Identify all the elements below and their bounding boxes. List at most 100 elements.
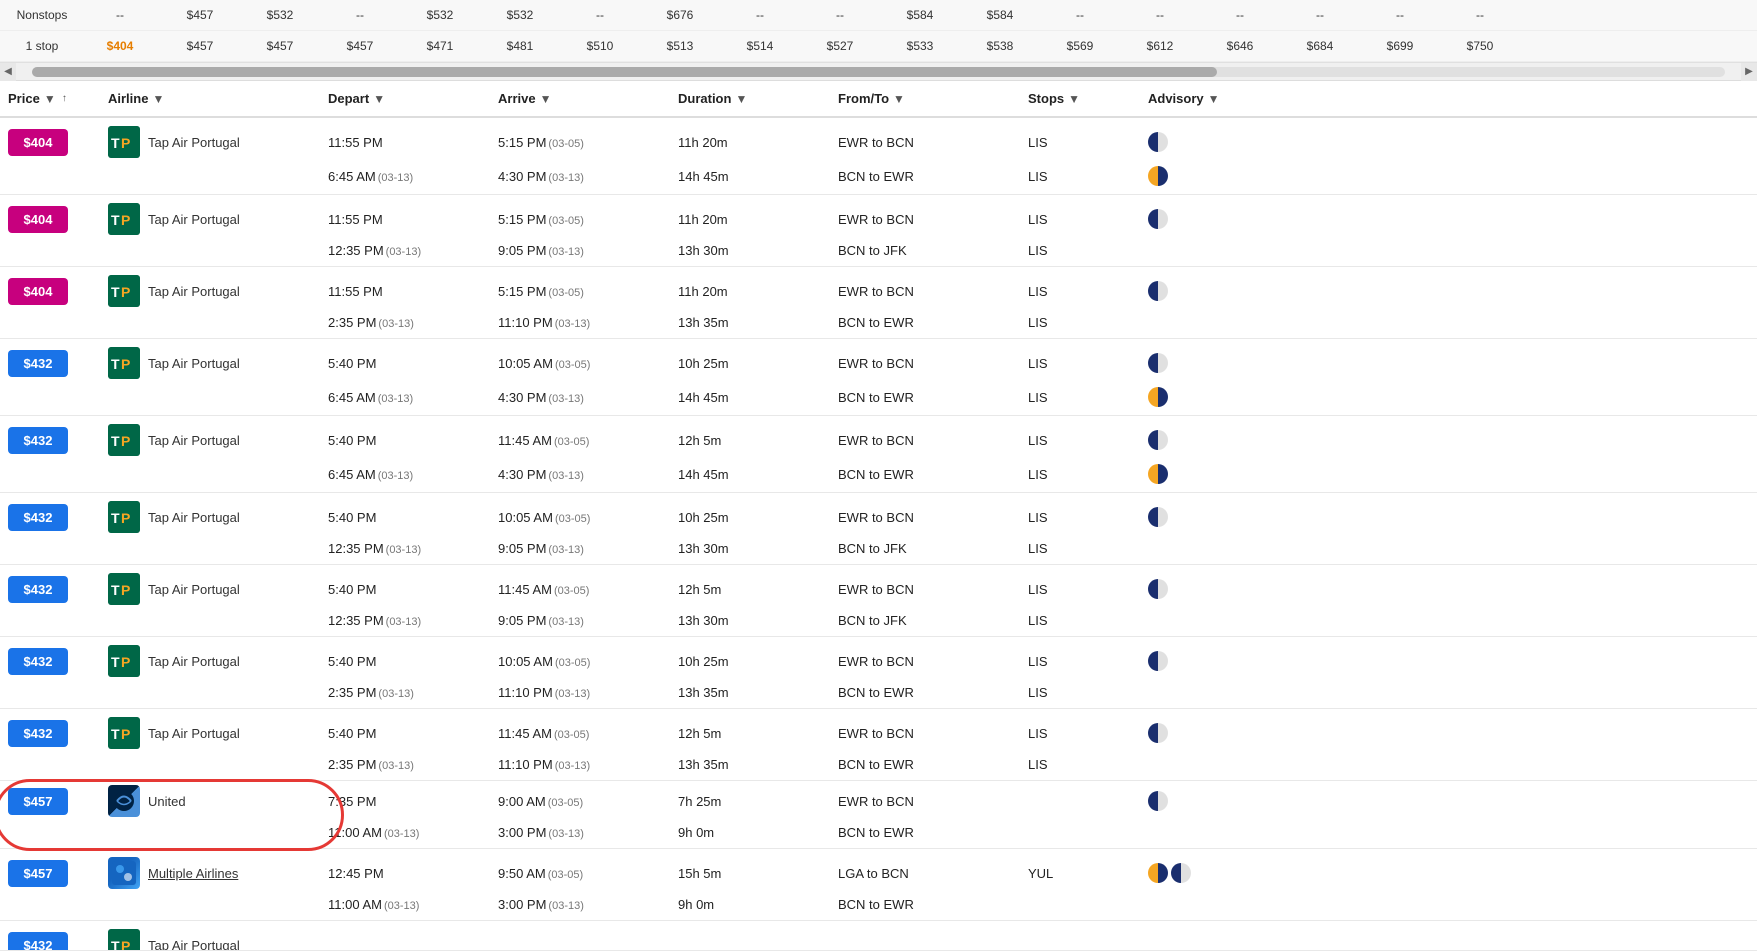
- price-button[interactable]: $432: [8, 504, 68, 531]
- advisory-cell[interactable]: [1140, 863, 1757, 883]
- price-sort-icon[interactable]: ↑: [62, 93, 67, 104]
- scrollbar-thumb[interactable]: [32, 67, 1217, 77]
- nonstop-price-cell[interactable]: $584: [960, 6, 1040, 24]
- scroll-left-arrow[interactable]: ◀: [0, 63, 16, 81]
- flight-group[interactable]: $432 T P Tap Air Portugal5:40 PM11:45 AM…: [0, 709, 1757, 781]
- onestop-price-cell[interactable]: $513: [640, 37, 720, 55]
- arrive-header[interactable]: Arrive ▼: [490, 91, 670, 106]
- advisory-half-dark-icon[interactable]: [1148, 132, 1168, 152]
- advisory-half-dark-icon[interactable]: [1148, 507, 1168, 527]
- advisory-cell[interactable]: [1140, 507, 1757, 527]
- advisory-half-dark-icon[interactable]: [1148, 209, 1168, 229]
- nonstop-price-cell[interactable]: --: [1120, 6, 1200, 24]
- advisory-half-dark-icon[interactable]: [1148, 723, 1168, 743]
- advisory-half-dark-icon[interactable]: [1148, 281, 1168, 301]
- nonstop-price-cell[interactable]: --: [1200, 6, 1280, 24]
- price-button[interactable]: $432: [8, 427, 68, 454]
- stops-filter-icon[interactable]: ▼: [1068, 92, 1082, 106]
- advisory-cell[interactable]: [1140, 132, 1757, 152]
- flight-group[interactable]: $432 T P Tap Air Portugal5:40 PM10:05 AM…: [0, 339, 1757, 416]
- price-cell[interactable]: $457: [0, 860, 100, 887]
- onestop-price-cell[interactable]: $510: [560, 37, 640, 55]
- nonstop-price-cell[interactable]: --: [1280, 6, 1360, 24]
- price-button[interactable]: $432: [8, 648, 68, 675]
- flight-group[interactable]: $404 T P Tap Air Portugal11:55 PM5:15 PM…: [0, 267, 1757, 339]
- flight-group-partial[interactable]: $432TPTap Air Portugal: [0, 921, 1757, 951]
- depart-header[interactable]: Depart ▼: [320, 91, 490, 106]
- price-button[interactable]: $432: [8, 576, 68, 603]
- nonstop-price-cell[interactable]: --: [800, 6, 880, 24]
- advisory-cell[interactable]: [1140, 651, 1757, 671]
- price-button[interactable]: $404: [8, 129, 68, 156]
- flight-group[interactable]: $432 T P Tap Air Portugal5:40 PM10:05 AM…: [0, 637, 1757, 709]
- onestop-price-cell[interactable]: $457: [320, 37, 400, 55]
- nonstop-price-cell[interactable]: --: [320, 6, 400, 24]
- price-button[interactable]: $432: [8, 350, 68, 377]
- price-cell[interactable]: $432: [0, 350, 100, 377]
- onestop-price-cell[interactable]: $533: [880, 37, 960, 55]
- onestop-price-cell[interactable]: $457: [160, 37, 240, 55]
- price-cell[interactable]: $432: [0, 648, 100, 675]
- onestop-price-cell[interactable]: $457: [240, 37, 320, 55]
- price-cell[interactable]: $432: [0, 427, 100, 454]
- onestop-price-cell[interactable]: $699: [1360, 37, 1440, 55]
- flight-group[interactable]: $432 T P Tap Air Portugal5:40 PM10:05 AM…: [0, 493, 1757, 565]
- stops-header[interactable]: Stops ▼: [1020, 91, 1140, 106]
- advisory-cell[interactable]: [1140, 579, 1757, 599]
- advisory-half-dark-icon[interactable]: [1148, 651, 1168, 671]
- nonstop-price-cell[interactable]: $532: [400, 6, 480, 24]
- flight-group[interactable]: $457United7:35 PM9:00 AM(03-05)7h 25mEWR…: [0, 781, 1757, 849]
- duration-header[interactable]: Duration ▼: [670, 91, 830, 106]
- advisory-half-dark-icon[interactable]: [1148, 430, 1168, 450]
- flight-group[interactable]: $404 T P Tap Air Portugal11:55 PM5:15 PM…: [0, 195, 1757, 267]
- nonstop-price-cell[interactable]: $532: [240, 6, 320, 24]
- price-button[interactable]: $457: [8, 788, 68, 815]
- price-cell[interactable]: $432: [0, 576, 100, 603]
- advisory-cell[interactable]: [1140, 166, 1757, 186]
- onestop-price-cell[interactable]: $612: [1120, 37, 1200, 55]
- advisory-cell[interactable]: [1140, 281, 1757, 301]
- fromto-header[interactable]: From/To ▼: [830, 91, 1020, 106]
- price-button[interactable]: $432: [8, 720, 68, 747]
- advisory-half-dark-icon[interactable]: [1148, 791, 1168, 811]
- horizontal-scrollbar[interactable]: ◀ ▶: [0, 63, 1757, 81]
- advisory-cell[interactable]: [1140, 723, 1757, 743]
- onestop-price-cell[interactable]: $471: [400, 37, 480, 55]
- scroll-right-arrow[interactable]: ▶: [1741, 63, 1757, 81]
- onestop-price-cell[interactable]: $404: [80, 37, 160, 55]
- advisory-header[interactable]: Advisory ▼: [1140, 91, 1757, 106]
- nonstop-price-cell[interactable]: --: [1440, 6, 1520, 24]
- nonstop-price-cell[interactable]: $584: [880, 6, 960, 24]
- flight-group[interactable]: $432 T P Tap Air Portugal5:40 PM11:45 AM…: [0, 416, 1757, 493]
- nonstop-price-cell[interactable]: --: [80, 6, 160, 24]
- advisory-cell[interactable]: [1140, 387, 1757, 407]
- price-cell[interactable]: $432: [0, 720, 100, 747]
- onestop-price-cell[interactable]: $538: [960, 37, 1040, 55]
- price-cell[interactable]: $404: [0, 278, 100, 305]
- scrollbar-track[interactable]: [32, 67, 1725, 77]
- nonstop-price-cell[interactable]: $457: [160, 6, 240, 24]
- nonstop-price-cell[interactable]: --: [720, 6, 800, 24]
- flight-group[interactable]: $432 T P Tap Air Portugal5:40 PM11:45 AM…: [0, 565, 1757, 637]
- fromto-filter-icon[interactable]: ▼: [893, 92, 907, 106]
- advisory-half-orange-icon[interactable]: [1148, 387, 1168, 407]
- advisory-cell[interactable]: [1140, 430, 1757, 450]
- price-filter-icon[interactable]: ▼: [44, 92, 58, 106]
- price-button[interactable]: $404: [8, 206, 68, 233]
- nonstop-price-cell[interactable]: $532: [480, 6, 560, 24]
- onestop-price-cell[interactable]: $646: [1200, 37, 1280, 55]
- onestop-price-cell[interactable]: $481: [480, 37, 560, 55]
- onestop-price-cell[interactable]: $527: [800, 37, 880, 55]
- price-cell[interactable]: $457: [0, 788, 100, 815]
- duration-filter-icon[interactable]: ▼: [735, 92, 749, 106]
- onestop-price-cell[interactable]: $684: [1280, 37, 1360, 55]
- advisory-half-orange-icon[interactable]: [1148, 166, 1168, 186]
- nonstop-price-cell[interactable]: --: [1360, 6, 1440, 24]
- advisory-half-dark-icon[interactable]: [1148, 353, 1168, 373]
- onestop-price-cell[interactable]: $569: [1040, 37, 1120, 55]
- arrive-filter-icon[interactable]: ▼: [540, 92, 554, 106]
- price-cell[interactable]: $432: [0, 504, 100, 531]
- price-header[interactable]: Price ▼ ↑: [0, 91, 100, 106]
- price-cell[interactable]: $404: [0, 206, 100, 233]
- advisory-cell[interactable]: [1140, 209, 1757, 229]
